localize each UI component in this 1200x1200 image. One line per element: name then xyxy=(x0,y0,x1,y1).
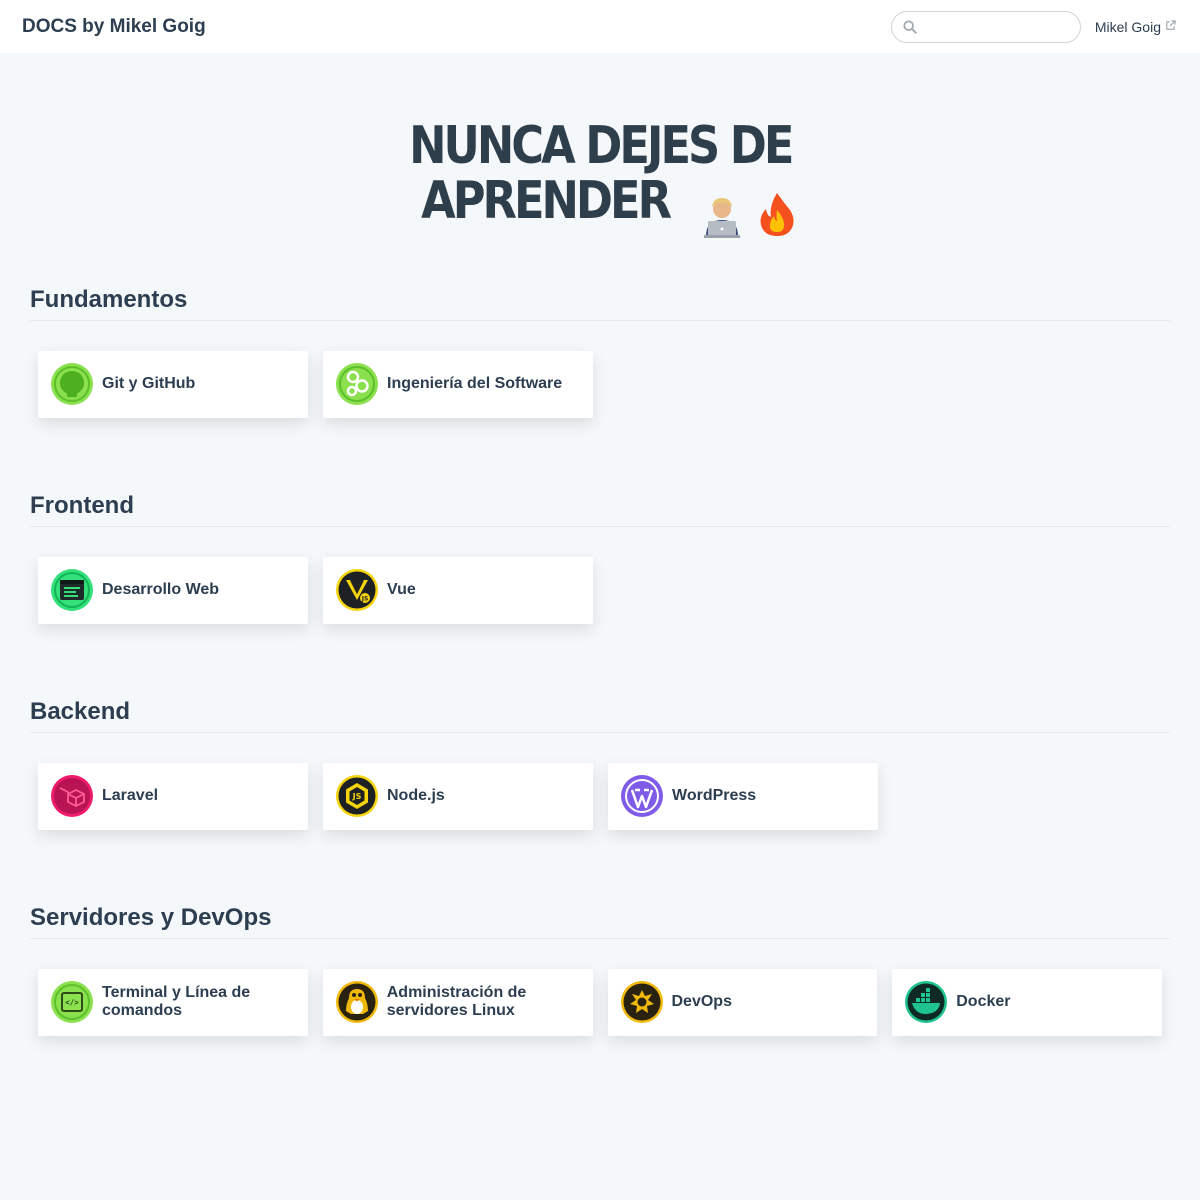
course-card-linux[interactable]: Administración de servidores Linux xyxy=(322,968,593,1036)
card-label: Terminal y Línea de comandos xyxy=(102,984,251,1020)
card-label: Laravel xyxy=(102,787,159,805)
card-label: Node.js xyxy=(387,787,445,805)
site-title[interactable]: DOCS by Mikel Goig xyxy=(22,16,206,38)
section-title: Backend xyxy=(30,698,1170,733)
section-title: Servidores y DevOps xyxy=(30,904,1170,939)
card-label: Ingeniería del Software xyxy=(387,375,563,393)
course-card-desarrollo-web[interactable]: Desarrollo Web xyxy=(38,556,308,624)
github-icon xyxy=(50,362,94,406)
svg-text:JS: JS xyxy=(352,792,362,801)
hero-title-line1: NUNCA DEJES DE xyxy=(408,116,794,176)
hero: NUNCA DEJES DE APRENDER xyxy=(0,118,1200,238)
laravel-icon xyxy=(50,774,94,818)
card-label: Docker xyxy=(956,993,1011,1011)
external-link-icon xyxy=(1166,19,1176,30)
svg-text:JS: JS xyxy=(361,596,369,603)
gears-icon xyxy=(335,362,379,406)
terminal-icon: </> xyxy=(50,980,94,1024)
technologist-emoji-icon xyxy=(704,197,741,238)
course-card-devops[interactable]: DevOps xyxy=(607,968,878,1036)
section-backend: Backend Laravel JS Node.js WordPress xyxy=(0,698,1200,830)
card-list: </> Terminal y Línea de comandos Adminis… xyxy=(30,939,1170,1036)
section-servidores-devops: Servidores y DevOps </> Terminal y Línea… xyxy=(0,904,1200,1036)
course-card-terminal[interactable]: </> Terminal y Línea de comandos xyxy=(38,968,308,1036)
card-list: Desarrollo Web JS Vue xyxy=(30,527,1170,624)
hero-title-line2: APRENDER xyxy=(421,171,673,231)
section-fundamentos: Fundamentos Git y GitHub Ingeniería del … xyxy=(0,286,1200,418)
external-link-label: Mikel Goig xyxy=(1094,18,1161,35)
search-icon xyxy=(903,19,917,34)
vuejs-icon: JS xyxy=(335,568,379,612)
card-list: Git y GitHub Ingeniería del Software xyxy=(30,321,1170,418)
linux-tux-icon xyxy=(335,980,379,1024)
sections-container: Fundamentos Git y GitHub Ingeniería del … xyxy=(0,286,1200,1036)
course-card-wordpress[interactable]: WordPress xyxy=(608,762,878,830)
navbar: DOCS by Mikel Goig Mikel Goig xyxy=(0,0,1200,53)
section-title: Fundamentos xyxy=(30,286,1170,321)
search-input[interactable] xyxy=(891,11,1080,42)
card-label: Desarrollo Web xyxy=(102,581,220,599)
fire-emoji-icon xyxy=(760,192,794,236)
svg-text:</>: </> xyxy=(65,998,79,1007)
wordpress-icon xyxy=(620,774,664,818)
course-card-vue[interactable]: JS Vue xyxy=(323,556,593,624)
card-list: Laravel JS Node.js WordPress xyxy=(30,733,1170,830)
card-label: DevOps xyxy=(671,993,732,1011)
navbar-right: Mikel Goig xyxy=(890,0,1176,53)
card-label: Vue xyxy=(387,581,416,599)
browser-window-icon xyxy=(50,568,94,612)
course-card-docker[interactable]: Docker xyxy=(892,968,1162,1036)
card-label: Git y GitHub xyxy=(102,375,196,393)
section-frontend: Frontend Desarrollo Web JS Vue xyxy=(0,492,1200,624)
course-card-nodejs[interactable]: JS Node.js xyxy=(323,762,593,830)
external-link-mikel-goig[interactable]: Mikel Goig xyxy=(1095,19,1176,35)
course-card-ingenieria-software[interactable]: Ingeniería del Software xyxy=(323,350,593,418)
course-card-laravel[interactable]: Laravel xyxy=(38,762,308,830)
card-label: Administración de servidores Linux xyxy=(386,984,527,1020)
search-box[interactable] xyxy=(890,10,1081,43)
card-label: WordPress xyxy=(672,787,757,805)
nodejs-icon: JS xyxy=(335,774,379,818)
docker-icon xyxy=(904,980,948,1024)
devops-gears-icon xyxy=(620,980,664,1024)
section-title: Frontend xyxy=(30,492,1170,527)
course-card-git-github[interactable]: Git y GitHub xyxy=(38,350,308,418)
